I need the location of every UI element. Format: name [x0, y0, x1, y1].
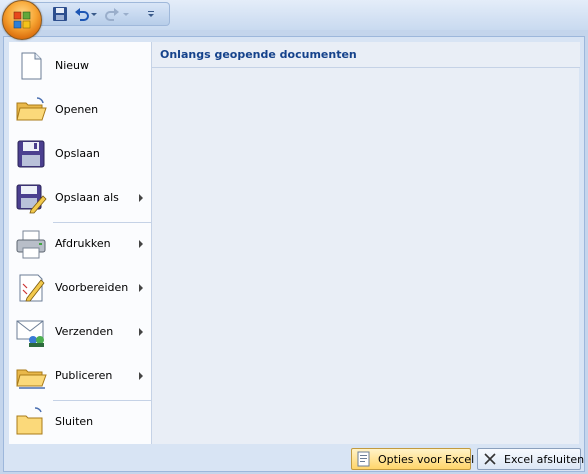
menu-item-label: Verzenden	[55, 325, 114, 338]
menu-item-open[interactable]: Openen	[9, 88, 151, 132]
menu-commands: Nieuw Openen Opslaan Opslaan als Afdrukk…	[9, 42, 151, 444]
menu-item-send[interactable]: Verzenden	[9, 310, 151, 354]
customize-qat-icon[interactable]	[146, 6, 156, 22]
printer-icon	[16, 230, 46, 259]
menu-item-label: Afdrukken	[55, 237, 111, 250]
menu-item-label: Openen	[55, 103, 99, 116]
undo-icon[interactable]	[74, 6, 90, 22]
menu-item-label: Nieuw	[55, 59, 90, 72]
options-icon	[357, 451, 370, 467]
menu-item-save-as[interactable]: Opslaan als	[9, 176, 151, 220]
send-icon	[16, 320, 44, 347]
submenu-arrow-icon	[139, 372, 143, 380]
menu-item-label: Opslaan als	[55, 191, 119, 204]
office-menu: Nieuw Openen Opslaan Opslaan als Afdrukk…	[3, 36, 585, 472]
save-disk-icon	[17, 140, 45, 168]
exit-excel-label: Excel afsluiten	[504, 452, 585, 466]
submenu-arrow-icon	[139, 194, 143, 202]
menu-item-label: Voorbereiden	[55, 281, 129, 294]
close-icon	[484, 453, 496, 465]
submenu-arrow-icon	[139, 328, 143, 336]
exit-excel-button[interactable]: Excel afsluiten	[477, 448, 585, 470]
undo-dropdown-icon[interactable]	[90, 6, 98, 22]
excel-options-label: Opties voor Excel	[378, 452, 475, 466]
save-icon[interactable]	[52, 6, 68, 22]
new-document-icon	[21, 52, 42, 80]
publish-icon	[16, 369, 47, 389]
office-button[interactable]	[2, 0, 42, 40]
menu-item-prepare[interactable]: Voorbereiden	[9, 266, 151, 310]
menu-item-label: Publiceren	[55, 369, 113, 382]
recent-documents-panel: Onlangs geopende documenten	[151, 42, 580, 444]
menu-item-close[interactable]: Sluiten	[9, 400, 151, 444]
office-logo-icon	[13, 11, 31, 29]
redo-dropdown-icon	[122, 6, 130, 22]
open-folder-icon	[16, 97, 47, 121]
submenu-arrow-icon	[139, 284, 143, 292]
save-as-icon	[16, 184, 47, 214]
menu-item-label: Sluiten	[55, 415, 94, 428]
menu-item-new[interactable]: Nieuw	[9, 44, 151, 88]
submenu-arrow-icon	[139, 240, 143, 248]
menu-item-save[interactable]: Opslaan	[9, 132, 151, 176]
menu-item-print[interactable]: Afdrukken	[9, 222, 151, 266]
close-folder-icon	[16, 407, 43, 435]
menu-item-publish[interactable]: Publiceren	[9, 354, 151, 398]
redo-icon	[104, 6, 120, 22]
quick-access-toolbar	[0, 0, 588, 40]
prepare-icon	[19, 274, 45, 302]
recent-documents-title: Onlangs geopende documenten	[152, 42, 580, 68]
excel-options-button[interactable]: Opties voor Excel	[351, 448, 475, 470]
menu-item-label: Opslaan	[55, 147, 100, 160]
